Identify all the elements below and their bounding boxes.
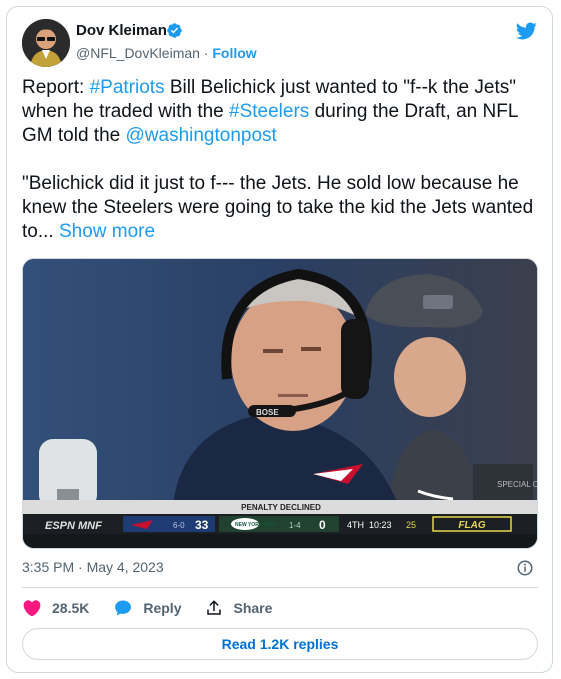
like-button[interactable]: 28.5K [22,598,89,618]
flag-indicator: FLAG [458,520,485,531]
mention-washingtonpost[interactable]: @washingtonpost [126,125,277,146]
team2-score: 0 [319,518,326,532]
hashtag-patriots[interactable]: #Patriots [90,77,165,98]
tweet-text: Report: #Patriots Bill Belichick just wa… [22,76,540,244]
heart-icon [23,600,41,617]
tweet-actions: 28.5K Reply Share [22,597,296,619]
tweet-timestamp[interactable]: 3:35 PM · May 4, 2023 [22,559,164,575]
team2-logo-text: NEW YORK JETS [235,522,277,528]
play-clock: 25 [406,520,416,530]
author-handle[interactable]: @NFL_DovKleiman [76,45,200,61]
twitter-bird-icon[interactable] [514,20,538,42]
author-name[interactable]: Dov Kleiman [76,22,167,39]
info-icon[interactable] [516,559,534,577]
scoreboard-banner: PENALTY DECLINED [241,503,321,512]
avatar[interactable] [22,19,70,67]
divider [22,587,538,588]
tweet-paragraph-2: "Belichick did it just to f--- the Jets.… [22,172,540,244]
headset-brand-label: BOSE [256,408,279,417]
reply-bubble-icon [115,600,132,616]
tweet-media-video[interactable]: SPECIAL OPS BOSE PENALTY DECLINED ESPN M… [22,258,538,549]
read-replies-label: Read 1.2K replies [221,636,339,652]
likes-count: 28.5K [52,600,90,616]
handle-separator: · [199,45,213,61]
show-more-link[interactable]: Show more [59,221,155,242]
hashtag-steelers[interactable]: #Steelers [229,101,309,122]
tweet-paragraph-1: Report: #Patriots Bill Belichick just wa… [22,76,540,148]
share-label: Share [233,600,273,616]
game-clock: 10:23 [369,520,392,530]
verified-badge-icon [167,23,182,38]
video-frame: SPECIAL OPS BOSE PENALTY DECLINED ESPN M… [23,259,538,548]
team1-score: 33 [195,518,209,532]
share-button[interactable]: Share [205,599,272,617]
author-handle-row: @NFL_DovKleiman · Follow [76,45,257,61]
quarter-label: 4TH [347,520,364,530]
reply-label: Reply [143,600,182,616]
reply-button[interactable]: Reply [113,598,181,618]
tweet-text-segment: Report: [22,77,90,98]
team1-record: 6-0 [173,521,185,530]
follow-button[interactable]: Follow [212,45,256,61]
read-replies-button[interactable]: Read 1.2K replies [22,628,538,660]
hat-text: SPECIAL OPS [497,480,538,489]
team2-record: 1-4 [289,521,301,530]
network-label: ESPN MNF [45,520,102,532]
share-icon [207,600,222,615]
